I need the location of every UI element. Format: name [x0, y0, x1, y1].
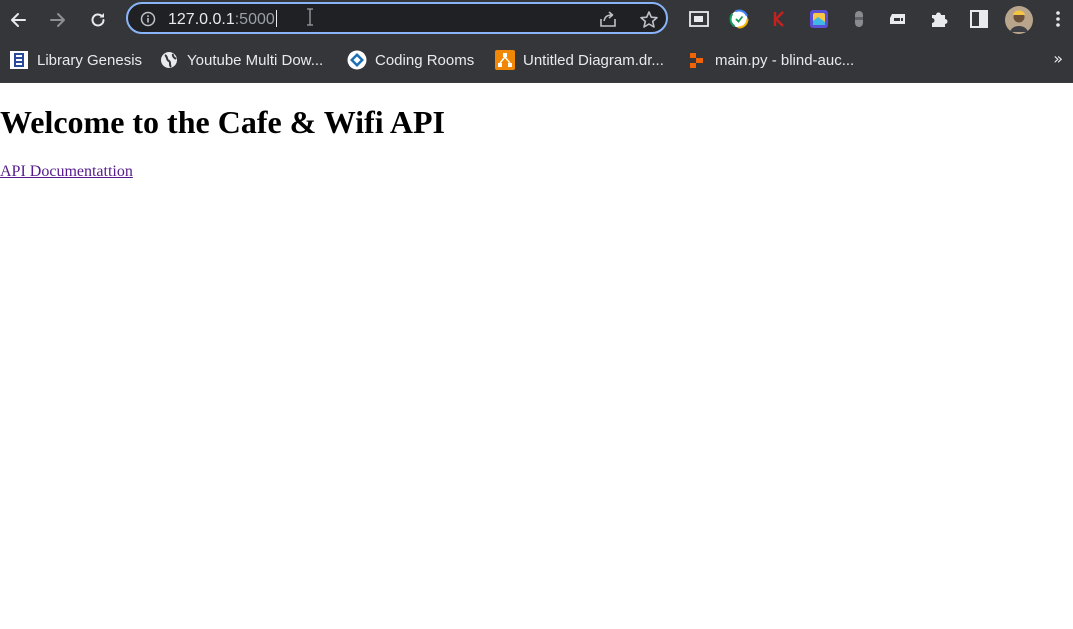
bookmark-coding-rooms[interactable]: Coding Rooms [347, 48, 474, 72]
extension-tab-icon [890, 14, 905, 24]
share-icon[interactable] [598, 10, 618, 28]
globe-icon [159, 50, 179, 70]
extension-gray-icon [855, 11, 863, 27]
menu-icon [1056, 11, 1060, 27]
bookmarks-overflow-button[interactable]: » [1053, 49, 1063, 68]
library-genesis-icon [9, 50, 29, 70]
url-port: :5000 [234, 11, 275, 28]
back-button[interactable] [4, 6, 32, 34]
replit-icon [687, 50, 707, 70]
drawio-icon [495, 50, 515, 70]
forward-button[interactable] [44, 6, 72, 34]
reload-button[interactable] [84, 6, 112, 34]
forward-icon [50, 13, 65, 27]
mouse-cursor-ibeam-icon [307, 8, 313, 26]
text-caret [275, 10, 277, 27]
puzzle-icon [932, 12, 948, 27]
extensions-button[interactable] [928, 8, 950, 30]
address-bar[interactable]: 127.0.0.1:5000 [126, 2, 668, 34]
profile-button[interactable] [1004, 5, 1034, 35]
coding-rooms-icon [347, 50, 367, 70]
bookmark-label: main.py - blind-auc... [715, 51, 855, 69]
page-content: Welcome to the Cafe & Wifi API API Docum… [0, 83, 1073, 629]
browser-menu-button[interactable] [1047, 8, 1069, 30]
bookmark-label: Coding Rooms [375, 51, 475, 69]
info-icon[interactable] [140, 11, 156, 27]
reload-icon [91, 13, 105, 27]
extension-clock-button[interactable] [728, 8, 750, 30]
picture-in-picture-icon [689, 11, 709, 27]
api-documentation-link[interactable]: API Documentattion [0, 163, 133, 181]
extension-colorful-button[interactable] [808, 8, 830, 30]
url-host: 127.0.0.1 [168, 11, 235, 28]
extension-clock-icon [729, 9, 749, 29]
url-text[interactable]: 127.0.0.1:5000 [168, 10, 277, 29]
extension-colorful-icon [810, 10, 828, 28]
extension-k-button[interactable] [768, 8, 790, 30]
picture-in-picture-button[interactable] [688, 8, 710, 30]
bookmarks-bar: Library Genesis Youtube Multi Dow... Cod… [0, 39, 1073, 83]
back-icon [11, 13, 26, 27]
page-title: Welcome to the Cafe & Wifi API [0, 104, 445, 140]
browser-chrome: 127.0.0.1:5000 Library Genesis Youtube M… [0, 0, 1073, 83]
avatar [1005, 6, 1033, 34]
bookmark-untitled-diagram[interactable]: Untitled Diagram.dr... [495, 48, 664, 72]
bookmark-label: Library Genesis [37, 51, 143, 69]
extension-tab-button[interactable] [888, 8, 910, 30]
side-panel-icon [970, 10, 988, 28]
extension-gray-button[interactable] [848, 8, 870, 30]
side-panel-button[interactable] [968, 8, 990, 30]
browser-toolbar: 127.0.0.1:5000 [0, 0, 1073, 39]
extension-k-icon [773, 11, 784, 27]
bookmark-youtube-multi-downloader[interactable]: Youtube Multi Dow... [159, 48, 323, 72]
bookmark-label: Untitled Diagram.dr... [523, 51, 664, 69]
bookmark-main-py[interactable]: main.py - blind-auc... [687, 48, 854, 72]
bookmark-label: Youtube Multi Dow... [187, 51, 324, 69]
bookmark-library-genesis[interactable]: Library Genesis [9, 48, 142, 72]
star-icon[interactable] [639, 10, 659, 30]
